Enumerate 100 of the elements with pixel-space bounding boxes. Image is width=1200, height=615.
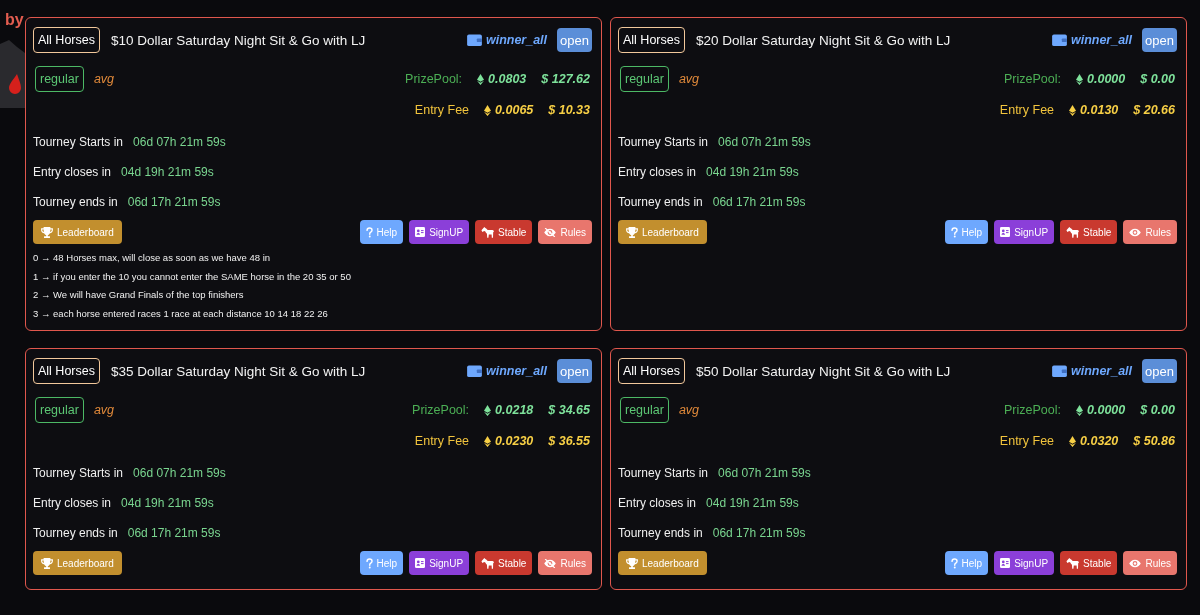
class-tag: regular [35,66,84,92]
countdown-text: 04d 19h 21m 59s [121,165,214,179]
rules-button[interactable]: Rules [538,220,592,244]
timer-label: Entry closes in [33,496,112,510]
timer-label: Tourney ends in [33,526,118,540]
wallet-icon [466,34,482,46]
signup-button[interactable]: SignUP [409,551,470,575]
prize-pool-usd: $ 0.00 [1140,403,1175,417]
payout-type: winner_all [1070,33,1133,47]
class-tag: regular [620,66,669,92]
status-badge: open [557,28,592,52]
prize-pool-label: PrizePool: [1004,72,1061,86]
countdown-text: 06d 17h 21m 59s [127,526,221,540]
diamond-icon [1069,435,1077,447]
countdown-text: 06d 07h 21m 59s [718,466,811,480]
entry-fee-usd: $ 20.66 [1133,103,1175,117]
prize-pool-eth: 0.0000 [1087,403,1126,417]
prize-pool-label: PrizePool: [412,403,470,417]
category-tag: All Horses [618,27,685,53]
prize-pool-usd: $ 0.00 [1140,72,1175,86]
rules-button[interactable]: Rules [1123,551,1177,575]
stable-button[interactable]: Stable [1060,220,1118,244]
rule-note: 1 → if you enter the 10 you cannot enter the SAME horse in the 20 35 or 50 [33,269,352,284]
id-card-icon [415,558,426,568]
id-card-icon [1000,558,1011,568]
status-badge: open [1142,359,1177,383]
entry-fee-eth: 0.0320 [1080,434,1119,448]
signup-button[interactable]: SignUP [409,220,470,244]
timer-label: Entry closes in [618,496,697,510]
trophy-icon [626,557,638,569]
countdown-text: 06d 17h 21m 59s [127,195,221,209]
class-tag: regular [620,397,669,423]
question-icon [365,557,373,569]
stable-button[interactable]: Stable [1060,551,1118,575]
timer-label: Entry closes in [33,165,112,179]
entry-fee-usd: $ 50.86 [1133,434,1175,448]
prize-pool-usd: $ 34.65 [548,403,590,417]
entry-fee-label: Entry Fee [999,434,1055,448]
diamond-icon [484,104,492,116]
tourney-title: $20 Dollar Saturday Night Sit & Go with LJ [695,32,951,48]
horse-icon [1066,557,1080,569]
rules-button[interactable]: Rules [1123,220,1177,244]
diamond-icon [484,404,492,416]
entry-fee-label: Entry Fee [999,103,1055,117]
countdown-text: 04d 19h 21m 59s [706,496,799,510]
diamond-icon [484,435,492,447]
timer-label: Tourney ends in [33,195,118,209]
countdown-text: 06d 07h 21m 59s [718,135,811,149]
rating-text: avg [678,72,700,86]
prize-pool-usd: $ 127.62 [541,72,590,86]
entry-fee-eth: 0.0230 [495,434,534,448]
help-button[interactable]: Help [359,551,404,575]
payout-type: winner_all [485,364,548,378]
prize-pool-eth: 0.0803 [488,72,527,86]
horse-icon [481,557,495,569]
leaderboard-button[interactable]: Leaderboard [618,551,707,575]
help-button[interactable]: Help [359,220,404,244]
timer-label: Entry closes in [618,165,697,179]
help-button[interactable]: Help [944,220,989,244]
entry-fee-label: Entry Fee [414,103,470,117]
timer-label: Tourney Starts in [33,466,124,480]
help-button[interactable]: Help [944,551,989,575]
tourney-title: $50 Dollar Saturday Night Sit & Go with LJ [695,363,951,379]
prize-pool-eth: 0.0218 [495,403,534,417]
category-tag: All Horses [33,358,100,384]
signup-button[interactable]: SignUP [994,551,1055,575]
category-tag: All Horses [618,358,685,384]
leaderboard-button[interactable]: Leaderboard [33,551,122,575]
tourney-title: $10 Dollar Saturday Night Sit & Go with LJ [110,32,366,48]
payout-type: winner_all [485,33,548,47]
wallet-icon [1051,365,1067,377]
timer-label: Tourney ends in [618,526,703,540]
stable-button[interactable]: Stable [475,220,533,244]
rating-text: avg [678,403,700,417]
status-badge: open [1142,28,1177,52]
class-tag: regular [35,397,84,423]
rules-button[interactable]: Rules [538,551,592,575]
rule-note: 2 → We will have Grand Finals of the top finishers [33,288,245,302]
entry-fee-eth: 0.0130 [1080,103,1119,117]
trophy-icon [41,226,53,238]
horse-icon [1066,226,1080,238]
leaderboard-button[interactable]: Leaderboard [33,220,122,244]
horse-icon [481,226,495,238]
wallet-icon [466,365,482,377]
question-icon [950,226,958,238]
signup-button[interactable]: SignUP [994,220,1055,244]
rule-note: 0 → 48 Horses max, will close as soon as we have 48 in [33,251,272,265]
diamond-icon [1076,73,1083,85]
countdown-text: 06d 07h 21m 59s [133,135,226,149]
question-icon [365,226,373,238]
wallet-icon [1051,34,1067,46]
rating-text: avg [93,403,115,417]
entry-fee-eth: 0.0065 [495,103,534,117]
rating-text: avg [93,72,115,86]
trophy-icon [41,557,53,569]
timer-label: Tourney Starts in [618,135,709,149]
stable-button[interactable]: Stable [475,551,533,575]
leaderboard-button[interactable]: Leaderboard [618,220,707,244]
id-card-icon [415,227,426,237]
countdown-text: 06d 17h 21m 59s [712,526,806,540]
